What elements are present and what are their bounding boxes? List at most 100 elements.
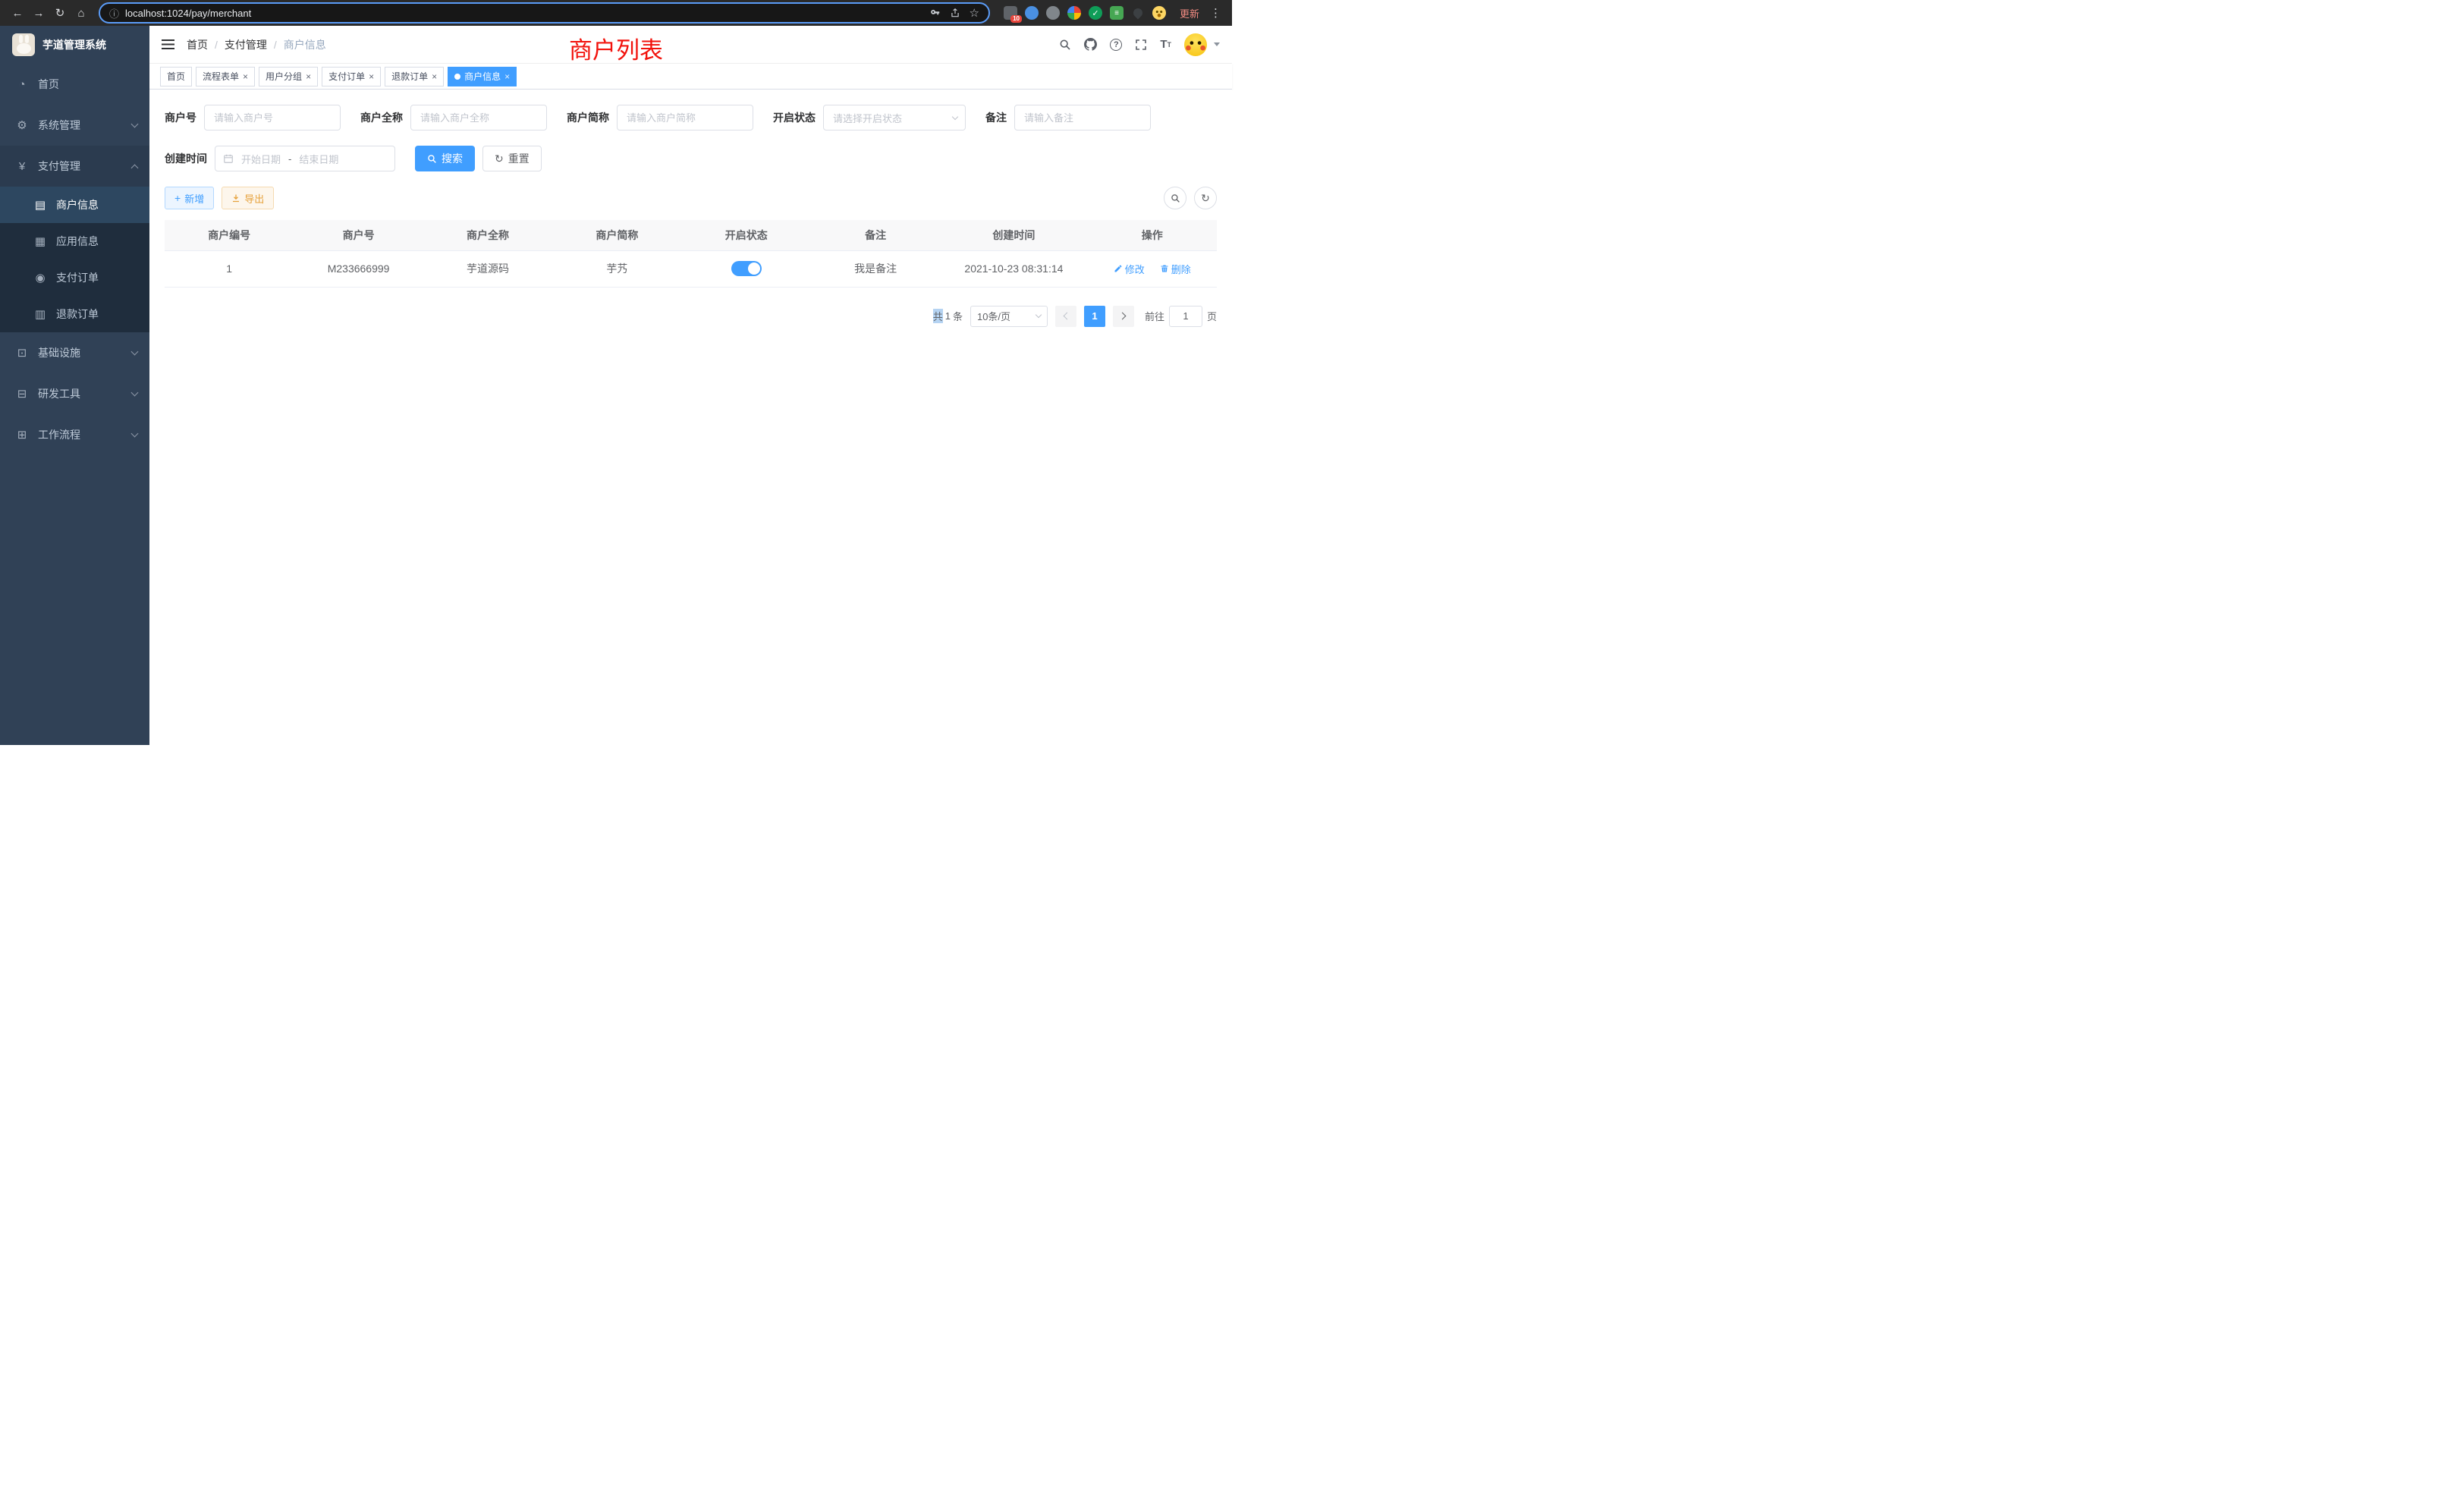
delete-link[interactable]: 删除	[1160, 262, 1191, 276]
active-tab-dot	[454, 74, 460, 80]
close-icon[interactable]: ×	[369, 72, 374, 81]
fullscreen-icon[interactable]	[1135, 39, 1147, 51]
remark-input[interactable]	[1014, 105, 1151, 130]
reset-button[interactable]: ↻ 重置	[482, 146, 542, 171]
search-icon[interactable]	[1059, 39, 1071, 51]
chevron-down-icon	[1036, 312, 1042, 318]
forward-icon[interactable]: →	[29, 3, 49, 23]
toggle-search-button[interactable]	[1164, 187, 1186, 209]
sidebar-logo[interactable]: 芋道管理系统	[0, 26, 149, 64]
font-size-icon[interactable]: TT	[1160, 38, 1171, 51]
page-annotation-title: 商户列表	[569, 31, 663, 65]
goto-page-input[interactable]	[1169, 306, 1202, 327]
field-short-name: 商户简称	[567, 105, 753, 130]
breadcrumb-item[interactable]: 支付管理	[225, 37, 267, 52]
chevron-down-icon	[131, 430, 139, 438]
tab-refund-orders[interactable]: 退款订单 ×	[385, 67, 444, 86]
extension-icon-blue[interactable]	[1025, 6, 1039, 20]
refresh-table-button[interactable]: ↻	[1194, 187, 1217, 209]
sidebar-item-devtools[interactable]: ⊟ 研发工具	[0, 373, 149, 414]
tab-user-group[interactable]: 用户分组 ×	[259, 67, 318, 86]
prev-page-button[interactable]	[1055, 306, 1076, 327]
url-text[interactable]: localhost:1024/pay/merchant	[125, 8, 924, 19]
page-number-button[interactable]: 1	[1084, 306, 1105, 327]
app-title: 芋道管理系统	[42, 37, 106, 52]
reload-icon[interactable]: ↻	[50, 3, 70, 23]
site-info-icon[interactable]: ⓘ	[109, 6, 119, 20]
bookmark-star-icon[interactable]: ☆	[970, 8, 979, 19]
tags-view: 首页 流程表单 × 用户分组 × 支付订单 × 退款订单 ×	[149, 64, 1232, 90]
back-icon[interactable]: ←	[8, 3, 27, 23]
tab-home[interactable]: 首页	[160, 67, 192, 86]
close-icon[interactable]: ×	[306, 72, 311, 81]
date-end-placeholder[interactable]: 结束日期	[299, 152, 338, 166]
field-label: 创建时间	[165, 151, 207, 166]
cell-full-name: 芋道源码	[423, 250, 552, 287]
search-button[interactable]: 搜索	[415, 146, 475, 171]
close-icon[interactable]: ×	[243, 72, 248, 81]
pin-icon[interactable]	[1131, 7, 1144, 20]
address-bar[interactable]: ⓘ localhost:1024/pay/merchant ☆	[99, 2, 990, 24]
browser-menu-icon[interactable]: ⋮	[1207, 6, 1224, 20]
tab-label: 商户信息	[464, 70, 501, 83]
tab-label: 支付订单	[328, 70, 365, 83]
github-icon[interactable]	[1084, 38, 1097, 51]
merchant-table: 商户编号 商户号 商户全称 商户简称 开启状态 备注 创建时间 操作 1	[165, 220, 1217, 288]
browser-update-button[interactable]: 更新	[1174, 6, 1205, 20]
sidebar-toggle-icon[interactable]	[162, 39, 174, 50]
extension-icon-notes[interactable]: ≡	[1110, 6, 1124, 20]
profile-avatar-icon[interactable]	[1152, 6, 1166, 20]
rabbit-face	[17, 43, 31, 54]
status-toggle[interactable]	[731, 261, 762, 276]
logo-rabbit-avatar	[12, 33, 35, 56]
column-header: 商户编号	[165, 220, 294, 250]
column-header: 备注	[811, 220, 940, 250]
omnibox-actions: ☆	[930, 8, 979, 19]
breadcrumb-separator: /	[215, 39, 218, 51]
create-time-range-picker[interactable]: 开始日期 - 结束日期	[215, 146, 395, 171]
share-icon[interactable]	[950, 8, 960, 18]
sidebar-item-refund-orders[interactable]: ▥ 退款订单	[0, 296, 149, 332]
add-button[interactable]: + 新增	[165, 187, 214, 209]
password-key-icon[interactable]	[930, 8, 941, 18]
sidebar-item-merchant-info[interactable]: ▤ 商户信息	[0, 187, 149, 223]
user-avatar[interactable]	[1184, 33, 1207, 56]
close-icon[interactable]: ×	[504, 72, 510, 81]
sidebar-item-infra[interactable]: ⊡ 基础设施	[0, 332, 149, 373]
help-icon[interactable]: ?	[1110, 39, 1122, 51]
search-form: 商户号 商户全称 商户简称 开启状态 请选择开启状态	[165, 105, 1217, 187]
short-name-input[interactable]	[617, 105, 753, 130]
close-icon[interactable]: ×	[432, 72, 437, 81]
sidebar-item-payment[interactable]: ¥ 支付管理	[0, 146, 149, 187]
total-suffix: 条	[953, 309, 963, 323]
tab-merchant-info[interactable]: 商户信息 ×	[448, 67, 517, 86]
sidebar-item-app-info[interactable]: ▦ 应用信息	[0, 223, 149, 259]
page-size-select[interactable]: 10条/页	[970, 306, 1048, 327]
status-select[interactable]: 请选择开启状态	[823, 105, 966, 130]
extension-icon-colorful[interactable]	[1067, 6, 1081, 20]
merchant-no-input[interactable]	[204, 105, 341, 130]
breadcrumb-item[interactable]: 首页	[187, 37, 208, 52]
sidebar-item-home[interactable]: ◔ 首页	[0, 64, 149, 105]
next-page-button[interactable]	[1113, 306, 1134, 327]
toggle-knob	[748, 262, 760, 275]
export-button[interactable]: 导出	[222, 187, 274, 209]
chevron-right-icon	[1119, 313, 1127, 320]
payment-submenu: ▤ 商户信息 ▦ 应用信息 ◉ 支付订单 ▥ 退款订单	[0, 187, 149, 332]
browser-home-icon[interactable]: ⌂	[71, 3, 91, 23]
extension-icon-check[interactable]: ✓	[1089, 6, 1102, 20]
avatar-caret-icon[interactable]	[1214, 42, 1220, 46]
top-navbar: 首页 / 支付管理 / 商户信息 ?	[149, 26, 1232, 64]
edit-link[interactable]: 修改	[1114, 262, 1145, 276]
date-start-placeholder[interactable]: 开始日期	[241, 152, 281, 166]
sidebar-item-workflow[interactable]: ⊞ 工作流程	[0, 414, 149, 455]
tab-process-form[interactable]: 流程表单 ×	[196, 67, 255, 86]
tab-pay-orders[interactable]: 支付订单 ×	[322, 67, 381, 86]
extension-icon-gray[interactable]	[1046, 6, 1060, 20]
full-name-input[interactable]	[410, 105, 547, 130]
sidebar-item-pay-orders[interactable]: ◉ 支付订单	[0, 259, 149, 296]
browser-window: ← → ↻ ⌂ ⓘ localhost:1024/pay/merchant ☆ …	[0, 0, 1232, 745]
extension-icon-badged[interactable]: 10	[1004, 6, 1017, 20]
sidebar-item-system[interactable]: ⚙ 系统管理	[0, 105, 149, 146]
search-icon	[1171, 193, 1180, 203]
